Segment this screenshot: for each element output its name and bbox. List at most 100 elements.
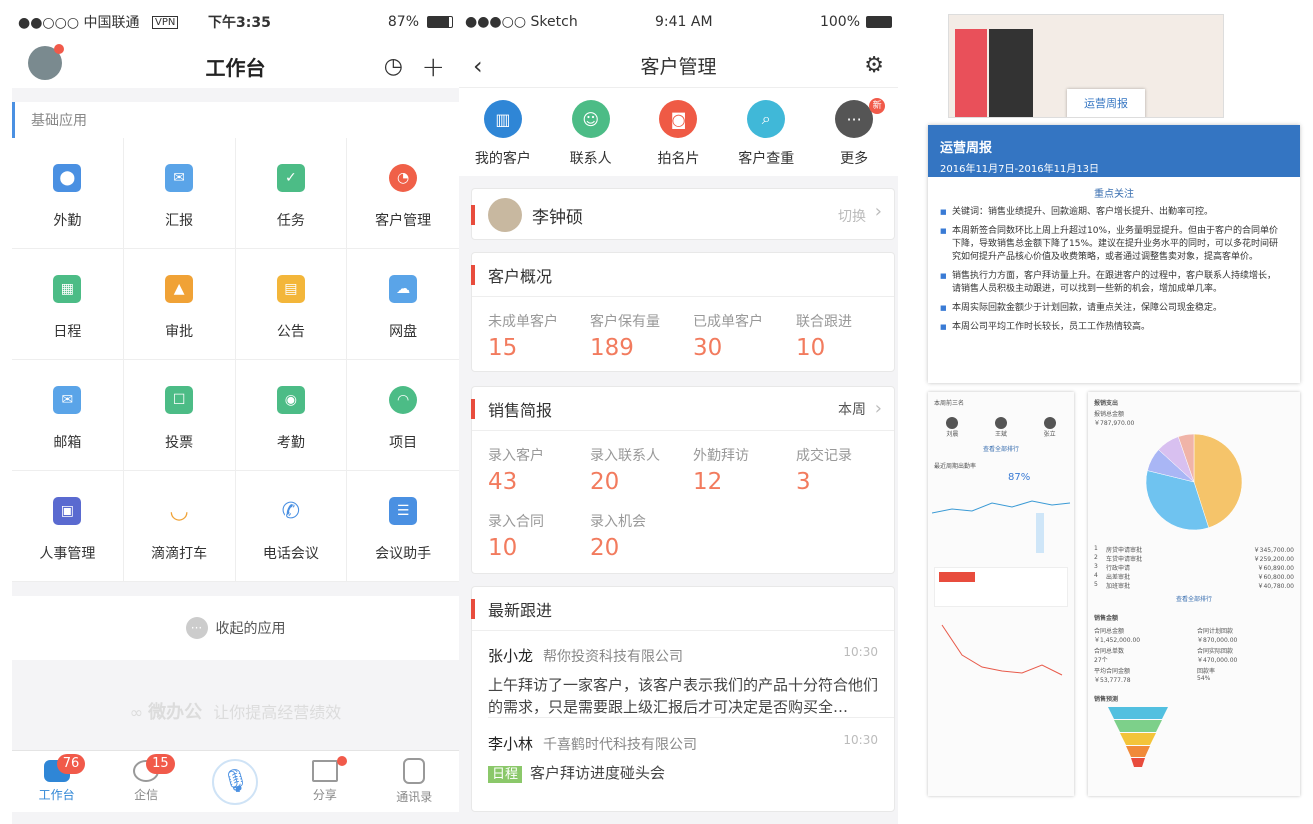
settings-gear-icon[interactable]: ⚙: [864, 53, 884, 78]
stat-joint[interactable]: 联合跟进 10: [796, 311, 896, 361]
slogan-text: 让你提高经营绩效: [213, 703, 342, 722]
funnel-stage: [1120, 733, 1156, 745]
stat-item[interactable]: 外勤拜访 12: [693, 445, 793, 495]
id-card-icon: ▣: [53, 497, 82, 525]
app-item[interactable]: ☁ 网盘: [347, 249, 459, 360]
customer-screen: ●●●○○ Sketch 9:41 AM 100% ‹ 客户管理 ⚙ ▥ 我的客户…: [459, 0, 898, 824]
period-selector[interactable]: 本周: [838, 399, 866, 419]
active-tab-marker: [939, 572, 975, 582]
mail-icon: ✉: [53, 386, 82, 414]
report-point: 销售执行力方面，客户拜访量上升。在跟进客户的过程中，客户联系人持续增长，请销售人…: [940, 270, 1284, 296]
app-item[interactable]: ◠ 项目: [347, 360, 459, 471]
tab-workbench[interactable]: 工作台 76: [17, 754, 97, 803]
stat-item[interactable]: 录入机会 20: [590, 511, 690, 561]
focus-heading: 重点关注: [1094, 189, 1134, 200]
tab-messages[interactable]: 企信 15: [106, 754, 186, 803]
overview-card: 客户概况 未成单客户 15 客户保有量 189 已成单客户 30 联合跟进 10: [471, 252, 895, 372]
app-item[interactable]: ☐ 投票: [123, 360, 236, 471]
app-item[interactable]: ◔ 客户管理: [347, 138, 459, 249]
weekly-report-card: 运营周报 2016年11月7日-2016年11月13日 重点关注 关键词：销售业…: [928, 125, 1300, 383]
stat-item[interactable]: 录入联系人 20: [590, 445, 690, 495]
report-icon: ✉: [165, 164, 194, 192]
fingerprint-icon: ◉: [276, 386, 305, 414]
app-item[interactable]: ◉ 考勤: [235, 360, 348, 471]
table-row: 4 出差审批 ￥60,800.00: [1094, 572, 1294, 581]
quick-contacts[interactable]: ☺ 联系人: [548, 88, 634, 176]
funnel-stage: [1131, 758, 1145, 767]
clock: 下午3:35: [208, 15, 271, 31]
more-ranking-link[interactable]: 查看全部排行: [928, 444, 1074, 453]
vote-icon: ☐: [165, 386, 194, 414]
app-item[interactable]: ▤ 公告: [235, 249, 348, 360]
new-badge: 新: [869, 98, 886, 114]
page-title: 客户管理: [640, 56, 717, 78]
calendar-icon: ▦: [53, 275, 82, 303]
user-name: 李钟硕: [532, 208, 583, 228]
add-icon[interactable]: +: [422, 50, 445, 83]
stat-item[interactable]: 录入合同 10: [488, 511, 588, 561]
collapsed-apps-label: 收起的应用: [215, 621, 286, 637]
slogan-brand: 微办公: [148, 702, 203, 723]
stat-item[interactable]: 录入客户 43: [488, 445, 588, 495]
app-item[interactable]: ▣ 人事管理: [12, 471, 124, 582]
pie-icon: ◔: [389, 164, 418, 192]
amount-item: 合同总单数 27个: [1094, 648, 1125, 664]
quick-duplicate-check[interactable]: ⌕ 客户查重: [723, 88, 809, 176]
avatar[interactable]: [28, 44, 64, 80]
quick-more[interactable]: ··· 更多 新: [811, 88, 897, 176]
app-item[interactable]: ✓ 任务: [235, 138, 348, 249]
customer-trend-chart: [941, 624, 1063, 676]
stat-retained[interactable]: 客户保有量 189: [590, 311, 690, 361]
attendance-line-chart: [931, 500, 1071, 553]
switch-user-link[interactable]: 切换: [838, 206, 866, 226]
followup-card: 最新跟进 张小龙 帮你投资科技有限公司 10:30 上午拜访了一家客户，该客户表示…: [471, 586, 895, 812]
back-icon[interactable]: ‹: [473, 52, 483, 80]
expense-panel: 报销支出 报销总金额 ￥787,970.00 1 房贷申请审批 ￥345,700.0…: [1088, 392, 1300, 796]
followup-item[interactable]: 李小林 千喜鹤时代科技有限公司 10:30 日程 客户拜访进度碰头会: [488, 733, 878, 786]
stat-item[interactable]: 成交记录 3: [796, 445, 896, 495]
funnel-stage: [1108, 707, 1168, 719]
app-item[interactable]: ☰ 会议助手: [347, 471, 459, 582]
app-item[interactable]: ✉ 邮箱: [12, 360, 124, 471]
sales-activity-block: [934, 567, 1068, 607]
tab-contacts[interactable]: 通讯录: [374, 758, 454, 805]
rank-item: 刘晨: [946, 417, 958, 438]
history-icon[interactable]: ◷: [384, 54, 403, 79]
status-bar: ●●○○○ 中国联通 VPN 下午3:35 87%: [12, 0, 459, 44]
expense-table: 1 房贷申请审批 ￥345,700.00 2 车贷申请审批 ￥259,200.00 3行…: [1088, 541, 1300, 594]
rank-item: 王斌: [994, 417, 1007, 438]
avatar: [946, 417, 959, 429]
report-title: 运营周报: [940, 141, 993, 156]
stat-signed[interactable]: 已成单客户 30: [693, 311, 793, 361]
nav-bar: ‹ 客户管理 ⚙: [459, 44, 898, 88]
app-item[interactable]: ✆ 电话会议: [235, 471, 348, 582]
current-user-card[interactable]: 李钟硕 切换 ›: [471, 188, 895, 240]
quick-my-customers[interactable]: ▥ 我的客户: [460, 88, 546, 176]
collapsed-apps-button[interactable]: ··· 收起的应用: [12, 596, 459, 660]
page-title: 工作台: [205, 55, 266, 80]
sales-amount-grid: 合同总金额 ￥1,452,000.00 合同计划回款 ￥870,000.00 合同总…: [1088, 626, 1300, 684]
workbench-screen: ●●○○○ 中国联通 VPN 下午3:35 87% 工作台 ◷ + 基础应用 ⬤…: [12, 0, 459, 824]
more-expense-link[interactable]: 查看全部排行: [1088, 594, 1300, 603]
cloud-icon: ☁: [389, 275, 418, 303]
avatar: [488, 198, 522, 232]
carrier-label: ●●●○○ Sketch: [465, 14, 578, 30]
app-item[interactable]: ▦ 日程: [12, 249, 124, 360]
battery-icon: [427, 16, 453, 28]
quick-scan-card[interactable]: ◙ 拍名片: [635, 88, 721, 176]
followup-item[interactable]: 张小龙 帮你投资科技有限公司 10:30 上午拜访了一家客户，该客户表示我们的产品…: [488, 645, 878, 718]
card-header: 销售简报 本周 ›: [471, 387, 894, 431]
tab-share[interactable]: 分享: [285, 756, 365, 803]
app-item[interactable]: ▲ 审批: [123, 249, 236, 360]
stat-unsigned[interactable]: 未成单客户 15: [488, 311, 588, 361]
tab-voice[interactable]: 🎙: [195, 758, 275, 805]
app-item[interactable]: ◡ 滴滴打车: [123, 471, 236, 582]
user-icon: ☺: [571, 100, 610, 138]
amount-item: 合同实际回款 ￥470,000.00: [1197, 648, 1238, 664]
more-icon: ···: [185, 617, 208, 639]
graduation-cap-icon: [311, 760, 338, 782]
app-item[interactable]: ⬤ 外勤: [12, 138, 124, 249]
attendance-rate: 87%: [1008, 472, 1031, 483]
app-grid: ⬤ 外勤 ✉ 汇报 ✓ 任务 ◔ 客户管理 ▦ 日程 ▲ 审批 ▤ 公告 ☁ 网盘 ✉ 邮箱 ☐ 投…: [12, 138, 459, 582]
app-item[interactable]: ✉ 汇报: [123, 138, 236, 249]
